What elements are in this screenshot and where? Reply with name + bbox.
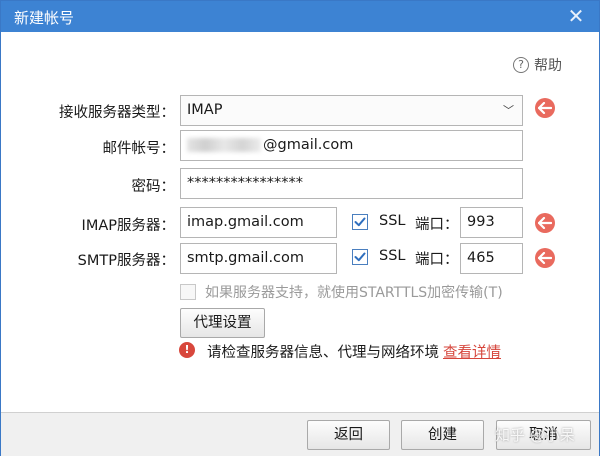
error-icon: ! (179, 342, 195, 358)
smtp-port-value: 465 (467, 250, 495, 266)
smtp-host-input[interactable]: smtp.gmail.com (180, 243, 337, 274)
close-icon[interactable]: ✕ (563, 3, 589, 29)
arrow-left-icon[interactable] (535, 248, 555, 268)
password-value: **************** (187, 175, 303, 191)
help-icon: ? (513, 57, 529, 73)
smtp-port-input[interactable]: 465 (460, 243, 523, 274)
smtp-port-label: 端口： (415, 252, 459, 268)
dialog-title: 新建帐号 (14, 9, 75, 27)
imap-ssl-label: SSL (379, 213, 406, 229)
proxy-settings-button[interactable]: 代理设置 (180, 308, 265, 338)
imap-host-input[interactable]: imap.gmail.com (180, 207, 337, 238)
help-link[interactable]: ? 帮助 (513, 56, 562, 74)
imap-ssl-checkbox[interactable] (352, 214, 368, 230)
server-type-value: IMAP (187, 102, 223, 118)
server-type-label: 接收服务器类型： (59, 105, 175, 121)
imap-port-input[interactable]: 993 (460, 207, 523, 238)
help-label: 帮助 (534, 58, 562, 74)
redacted-text (187, 138, 261, 152)
account-value: @gmail.com (263, 137, 354, 153)
cancel-button[interactable]: 取消 (496, 420, 591, 450)
new-account-dialog: 新建帐号 ✕ ? 帮助 接收服务器类型： IMAP ﹀ 邮件帐号： @gmail… (0, 0, 600, 456)
arrow-left-icon[interactable] (535, 98, 555, 118)
arrow-left-icon[interactable] (535, 213, 555, 233)
chevron-down-icon: ﹀ (503, 104, 514, 117)
account-label: 邮件帐号： (102, 141, 176, 157)
password-input[interactable]: **************** (180, 168, 523, 199)
password-label: 密码： (131, 179, 176, 195)
account-input[interactable]: @gmail.com (180, 130, 523, 161)
imap-port-value: 993 (467, 214, 495, 230)
starttls-checkbox[interactable] (180, 284, 196, 300)
imap-label: IMAP服务器： (81, 218, 175, 234)
smtp-ssl-checkbox[interactable] (352, 249, 368, 265)
smtp-host-value: smtp.gmail.com (187, 250, 305, 266)
error-message: 请检查服务器信息、代理与网络环境 查看详情 (207, 341, 501, 362)
imap-port-label: 端口： (415, 217, 459, 233)
smtp-label: SMTP服务器： (77, 253, 175, 269)
server-type-select[interactable]: IMAP ﹀ (180, 95, 523, 126)
smtp-ssl-label: SSL (379, 248, 406, 264)
imap-host-value: imap.gmail.com (187, 214, 304, 230)
view-details-link[interactable]: 查看详情 (443, 345, 501, 361)
title-bar[interactable]: 新建帐号 ✕ (1, 1, 599, 32)
error-text: 请检查服务器信息、代理与网络环境 (207, 345, 439, 361)
create-button[interactable]: 创建 (401, 420, 484, 450)
back-button[interactable]: 返回 (307, 420, 390, 450)
starttls-label: 如果服务器支持，就使用STARTTLS加密传输(T) (205, 285, 503, 301)
